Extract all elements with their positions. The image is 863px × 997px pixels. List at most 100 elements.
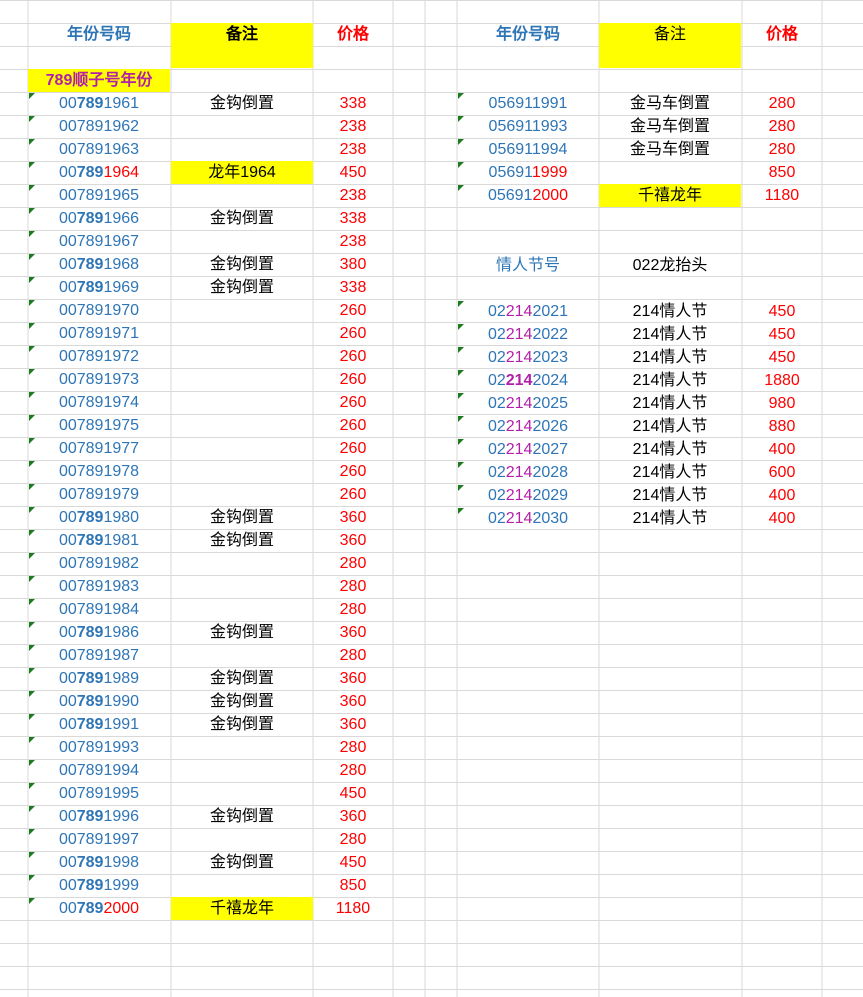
price-cell[interactable]: 980 [742,392,822,415]
price-cell[interactable]: 450 [742,300,822,323]
code-cell[interactable]: 022142028 [457,461,599,484]
note-cell[interactable] [171,138,313,161]
price-cell[interactable]: 280 [313,828,393,851]
note-cell[interactable] [171,598,313,621]
note-cell[interactable] [171,552,313,575]
price-cell[interactable]: 1180 [742,184,822,207]
note-cell[interactable] [171,437,313,460]
code-cell[interactable]: 007891996 [28,805,170,828]
price-cell[interactable]: 280 [313,736,393,759]
price-cell[interactable]: 360 [313,805,393,828]
note-cell[interactable]: 214情人节 [599,484,741,507]
note-cell[interactable]: 214情人节 [599,300,741,323]
header-price-left[interactable]: 价格 [313,23,393,46]
price-cell[interactable]: 1880 [742,369,822,392]
note-cell[interactable]: 214情人节 [599,461,741,484]
code-cell[interactable]: 007891979 [28,483,170,506]
price-cell[interactable]: 850 [742,161,822,184]
code-cell[interactable]: 007891981 [28,529,170,552]
price-cell[interactable]: 280 [742,138,822,161]
code-cell[interactable]: 007891995 [28,782,170,805]
note-cell[interactable]: 214情人节 [599,369,741,392]
price-cell[interactable]: 450 [313,161,393,184]
code-cell[interactable]: 007891961 [28,92,170,115]
code-cell[interactable]: 007891977 [28,437,170,460]
price-cell[interactable]: 360 [313,713,393,736]
price-cell[interactable]: 380 [313,253,393,276]
section-note-dragon[interactable]: 022龙抬头 [599,254,741,277]
price-cell[interactable]: 260 [313,322,393,345]
note-cell[interactable]: 214情人节 [599,507,741,530]
code-cell[interactable]: 007891986 [28,621,170,644]
code-cell[interactable]: 007891994 [28,759,170,782]
note-cell[interactable] [171,644,313,667]
code-cell[interactable]: 007891978 [28,460,170,483]
header-code-right[interactable]: 年份号码 [457,23,599,46]
code-cell[interactable]: 007891962 [28,115,170,138]
note-cell[interactable] [171,368,313,391]
price-cell[interactable]: 280 [313,644,393,667]
note-cell[interactable] [171,299,313,322]
price-cell[interactable]: 400 [742,484,822,507]
note-cell[interactable]: 金马车倒置 [599,115,741,138]
price-cell[interactable]: 280 [313,552,393,575]
note-cell[interactable]: 214情人节 [599,392,741,415]
code-cell[interactable]: 007891997 [28,828,170,851]
price-cell[interactable]: 238 [313,138,393,161]
code-cell[interactable]: 007891974 [28,391,170,414]
code-cell[interactable]: 022142024 [457,369,599,392]
note-cell[interactable]: 金钩倒置 [171,506,313,529]
code-cell[interactable]: 007891970 [28,299,170,322]
price-cell[interactable]: 338 [313,276,393,299]
price-cell[interactable]: 260 [313,368,393,391]
code-cell[interactable]: 007891973 [28,368,170,391]
price-cell[interactable]: 260 [313,299,393,322]
note-cell[interactable]: 金钩倒置 [171,805,313,828]
price-cell[interactable]: 450 [313,851,393,874]
code-cell[interactable]: 007891971 [28,322,170,345]
code-cell[interactable]: 022142023 [457,346,599,369]
price-cell[interactable]: 280 [313,598,393,621]
price-cell[interactable]: 1180 [313,897,393,920]
price-cell[interactable]: 600 [742,461,822,484]
note-cell[interactable]: 金钩倒置 [171,276,313,299]
code-cell[interactable]: 007891969 [28,276,170,299]
price-cell[interactable]: 260 [313,391,393,414]
price-cell[interactable]: 400 [742,507,822,530]
price-cell[interactable]: 260 [313,437,393,460]
code-cell[interactable]: 056911991 [457,92,599,115]
note-cell[interactable]: 214情人节 [599,346,741,369]
code-cell[interactable]: 007891968 [28,253,170,276]
note-cell[interactable] [171,759,313,782]
code-cell[interactable]: 022142029 [457,484,599,507]
note-cell[interactable]: 金钩倒置 [171,621,313,644]
price-cell[interactable]: 280 [742,92,822,115]
price-cell[interactable]: 360 [313,621,393,644]
code-cell[interactable]: 022142027 [457,438,599,461]
note-cell[interactable]: 金钩倒置 [171,851,313,874]
price-cell[interactable]: 260 [313,460,393,483]
note-cell[interactable] [171,575,313,598]
note-cell[interactable] [171,782,313,805]
note-cell[interactable] [171,230,313,253]
note-cell[interactable] [171,483,313,506]
code-cell[interactable]: 056911993 [457,115,599,138]
price-cell[interactable]: 280 [313,759,393,782]
section-title-valentine[interactable]: 情人节号 [457,254,599,277]
code-cell[interactable]: 022142026 [457,415,599,438]
note-cell[interactable] [171,345,313,368]
code-cell[interactable]: 007892000 [28,897,170,920]
price-cell[interactable]: 238 [313,115,393,138]
price-cell[interactable]: 260 [313,414,393,437]
note-cell[interactable]: 金钩倒置 [171,667,313,690]
code-cell[interactable]: 007891980 [28,506,170,529]
price-cell[interactable]: 238 [313,230,393,253]
note-cell[interactable]: 金钩倒置 [171,529,313,552]
code-cell[interactable]: 007891975 [28,414,170,437]
price-cell[interactable]: 850 [313,874,393,897]
price-cell[interactable]: 280 [313,575,393,598]
note-cell[interactable]: 金马车倒置 [599,92,741,115]
code-cell[interactable]: 007891967 [28,230,170,253]
note-cell[interactable]: 千禧龙年 [599,184,741,207]
code-cell[interactable]: 007891964 [28,161,170,184]
